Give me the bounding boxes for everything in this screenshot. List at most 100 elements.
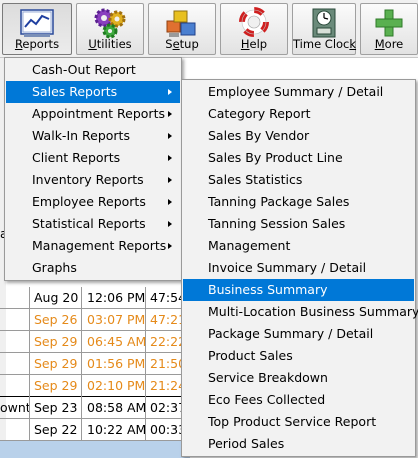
help-button[interactable]: Help (220, 3, 288, 55)
utilities-label: Utilities (88, 37, 132, 51)
name-cell (0, 309, 30, 331)
submenu-item-multi-location-business-summary[interactable]: Multi-Location Business Summary (183, 301, 418, 323)
lifebuoy-icon (239, 7, 269, 37)
plus-icon (375, 9, 403, 37)
name-cell (0, 287, 30, 309)
time-cell: 12:06 PM (82, 287, 146, 309)
setup-button[interactable]: Setup (148, 3, 216, 55)
time-cell: 06:45 AM (82, 331, 146, 353)
menu-item-label: Top Product Service Report (208, 414, 377, 429)
name-cell (0, 375, 30, 397)
name-cell (0, 331, 30, 353)
submenu-item-invoice-summary-detail[interactable]: Invoice Summary / Detail (183, 257, 414, 279)
submenu-item-management[interactable]: Management (183, 235, 414, 257)
menu-item-sales-reports[interactable]: Sales Reports (6, 81, 180, 103)
menu-item-label: Period Sales (208, 436, 285, 451)
menu-item-client-reports[interactable]: Client Reports (6, 147, 180, 169)
menu-item-label: Sales Reports (32, 84, 118, 99)
menu-item-inventory-reports[interactable]: Inventory Reports (6, 169, 180, 191)
submenu-arrow-icon (168, 133, 172, 139)
gears-icon (94, 8, 126, 39)
submenu-item-tanning-session-sales[interactable]: Tanning Session Sales (183, 213, 414, 235)
menu-item-label: Graphs (32, 260, 77, 275)
date-cell: Sep 22 (30, 419, 82, 441)
date-cell: Sep 29 (30, 331, 82, 353)
submenu-item-business-summary[interactable]: Business Summary (183, 279, 414, 301)
menu-item-label: Sales Statistics (208, 172, 303, 187)
submenu-arrow-icon (168, 89, 172, 95)
menu-item-label: Service Breakdown (208, 370, 328, 385)
menu-item-label: Tanning Session Sales (208, 216, 346, 231)
date-cell: Sep 29 (30, 375, 82, 397)
submenu-arrow-icon (168, 111, 172, 117)
submenu-item-product-sales[interactable]: Product Sales (183, 345, 414, 367)
menu-item-label: Cash-Out Report (32, 62, 136, 77)
time-clock-label: Time Clock (293, 37, 357, 51)
submenu-arrow-icon (168, 221, 172, 227)
time-clock-button[interactable]: Time Clock (292, 3, 356, 55)
table-row[interactable]: Sep 29 06:45 AM 22:22 (0, 331, 190, 353)
submenu-arrow-icon (168, 177, 172, 183)
toolbar: Reports Utilities Setup Help Time Clock … (0, 0, 418, 58)
reports-menu: Cash-Out Report Sales Reports Appointmen… (4, 57, 182, 281)
table-row[interactable]: Sep 29 02:10 PM 21:24 (0, 375, 190, 397)
submenu-arrow-icon (168, 243, 172, 249)
submenu-item-period-sales[interactable]: Period Sales (183, 433, 414, 455)
name-cell (0, 419, 30, 441)
time-cell: 08:58 AM (82, 397, 146, 419)
reports-chart-icon (20, 9, 54, 37)
submenu-item-top-product-service-report[interactable]: Top Product Service Report (183, 411, 414, 433)
time-clock-icon (312, 8, 336, 38)
menu-item-label: Tanning Package Sales (208, 194, 350, 209)
utilities-button[interactable]: Utilities (76, 3, 144, 55)
submenu-item-sales-statistics[interactable]: Sales Statistics (183, 169, 414, 191)
submenu-item-sales-by-vendor[interactable]: Sales By Vendor (183, 125, 414, 147)
submenu-item-eco-fees-collected[interactable]: Eco Fees Collected (183, 389, 414, 411)
help-label: Help (240, 37, 268, 51)
setup-label: Setup (165, 37, 199, 51)
submenu-item-category-report[interactable]: Category Report (183, 103, 414, 125)
time-cell: 02:10 PM (82, 375, 146, 397)
menu-item-label: Product Sales (208, 348, 293, 363)
table-row[interactable]: Sep 22 10:22 AM 00:33 (0, 419, 190, 441)
menu-item-graphs[interactable]: Graphs (6, 257, 180, 279)
date-cell: Sep 29 (30, 353, 82, 375)
menu-item-label: Invoice Summary / Detail (208, 260, 367, 275)
submenu-item-service-breakdown[interactable]: Service Breakdown (183, 367, 414, 389)
menu-item-label: Management Reports (32, 238, 167, 253)
menu-item-cash-out-report[interactable]: Cash-Out Report (6, 59, 180, 81)
menu-item-label: Employee Reports (32, 194, 146, 209)
reports-button[interactable]: Reports (2, 3, 72, 55)
menu-item-appointment-reports[interactable]: Appointment Reports (6, 103, 180, 125)
menu-item-label: Walk-In Reports (32, 128, 130, 143)
more-button[interactable]: More (360, 3, 418, 55)
menu-item-employee-reports[interactable]: Employee Reports (6, 191, 180, 213)
table-row[interactable]: Sep 26 03:07 PM 47:21 (0, 309, 190, 331)
submenu-item-tanning-package-sales[interactable]: Tanning Package Sales (183, 191, 414, 213)
menu-item-label: Business Summary (208, 282, 328, 297)
menu-item-label: Multi-Location Business Summary (208, 304, 418, 319)
time-cell: 01:56 PM (82, 353, 146, 375)
time-cell: 03:07 PM (82, 309, 146, 331)
submenu-item-sales-by-product-line[interactable]: Sales By Product Line (183, 147, 414, 169)
date-cell: Sep 23 (30, 397, 82, 419)
more-label: More (374, 37, 404, 51)
menu-item-statistical-reports[interactable]: Statistical Reports (6, 213, 180, 235)
menu-item-label: Sales By Vendor (208, 128, 310, 143)
table-row[interactable]: owntc Sep 23 08:58 AM 02:37 (0, 397, 190, 419)
submenu-item-package-summary-detail[interactable]: Package Summary / Detail (183, 323, 414, 345)
menu-item-label: Appointment Reports (32, 106, 165, 121)
date-cell: Aug 20 (30, 287, 82, 309)
menu-item-management-reports[interactable]: Management Reports (6, 235, 180, 257)
sales-reports-submenu: Employee Summary / Detail Category Repor… (181, 79, 418, 457)
menu-item-label: Inventory Reports (32, 172, 144, 187)
table-row[interactable]: Sep 29 01:56 PM 21:50 (0, 353, 190, 375)
time-cell: 10:22 AM (82, 419, 146, 441)
menu-item-walk-in-reports[interactable]: Walk-In Reports (6, 125, 180, 147)
setup-boxes-icon (166, 10, 196, 37)
name-cell: owntc (0, 397, 30, 419)
submenu-item-employee-summary-detail[interactable]: Employee Summary / Detail (183, 81, 414, 103)
menu-item-label: Employee Summary / Detail (208, 84, 384, 99)
table-row[interactable]: Aug 20 12:06 PM 47:54 (0, 287, 190, 309)
submenu-arrow-icon (168, 199, 172, 205)
